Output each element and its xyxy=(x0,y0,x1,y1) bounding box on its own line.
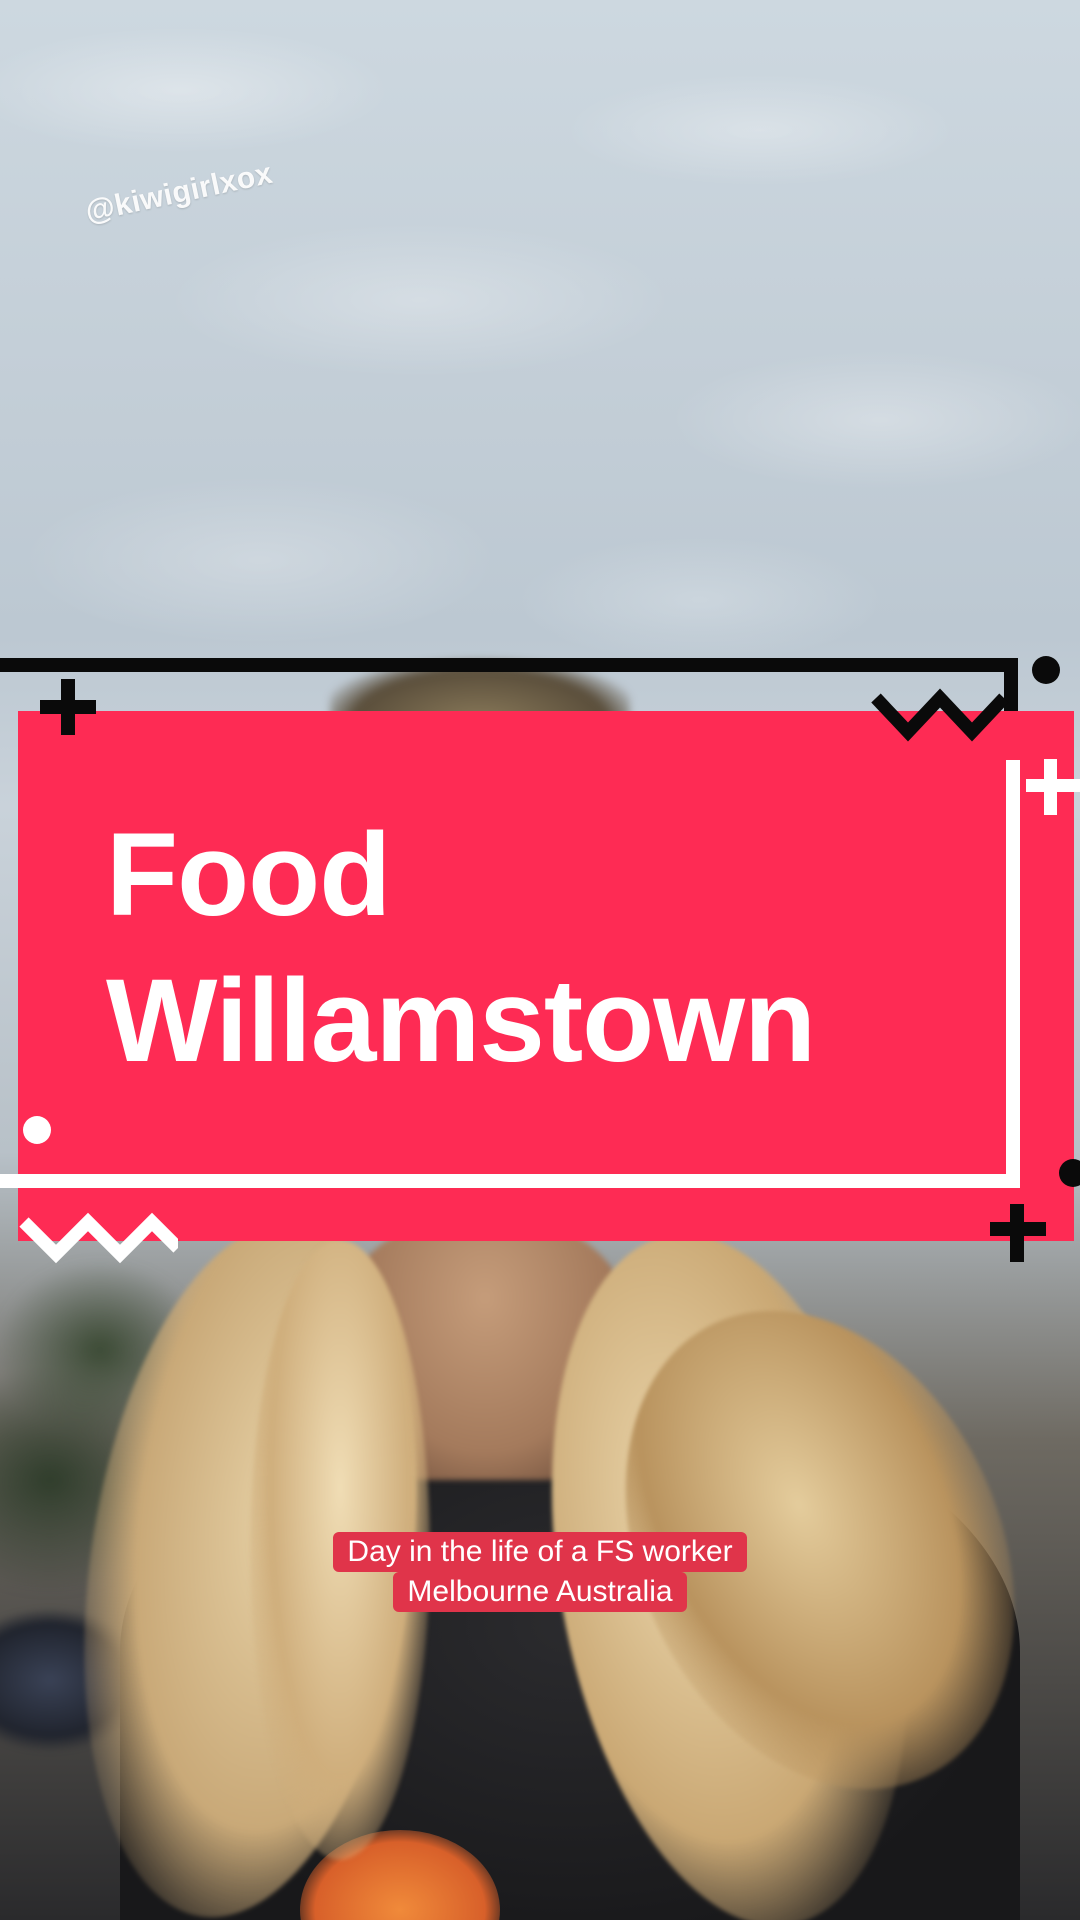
title-line-2: Willamstown xyxy=(106,955,816,1087)
caption-line-1: Day in the life of a FS worker xyxy=(333,1532,747,1572)
plus-icon xyxy=(990,1204,1046,1262)
plus-icon xyxy=(40,679,96,735)
zigzag-icon xyxy=(19,1212,178,1264)
title-line-1: Food xyxy=(106,809,391,941)
plus-icon xyxy=(1026,759,1080,815)
dot-icon xyxy=(1059,1159,1080,1187)
caption: Day in the life of a FS worker Melbourne… xyxy=(0,1532,1080,1612)
dot-icon xyxy=(23,1116,51,1144)
zigzag-icon xyxy=(871,688,1009,742)
video-frame: @kiwigirlxox Food Willamstown Day in the… xyxy=(0,0,1080,1920)
dot-icon xyxy=(1032,656,1060,684)
caption-line-2: Melbourne Australia xyxy=(393,1572,687,1612)
